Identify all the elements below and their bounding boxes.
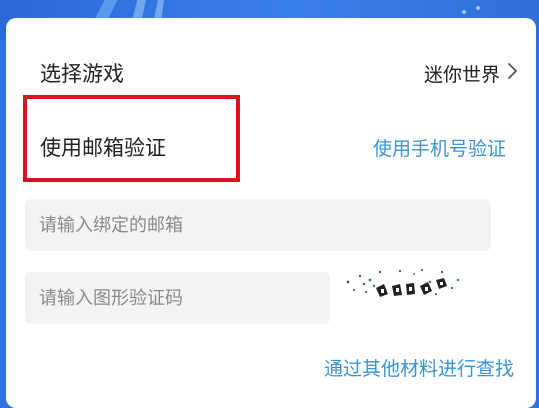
email-verify-label: 使用邮箱验证 <box>40 136 166 160</box>
other-materials-link[interactable]: 通过其他材料进行查找 <box>324 354 514 381</box>
banner-dot <box>476 6 480 10</box>
chevron-right-icon[interactable] <box>502 61 522 81</box>
captcha-input[interactable] <box>25 272 330 324</box>
selected-game-value[interactable]: 迷你世界 <box>424 60 500 87</box>
verify-card: 选择游戏 迷你世界 使用邮箱验证 使用手机号验证 请输入绑定的邮箱 请输入图形验… <box>6 18 536 408</box>
captcha-image[interactable] <box>340 262 470 302</box>
banner-dot <box>462 10 466 14</box>
phone-verify-link[interactable]: 使用手机号验证 <box>373 134 506 161</box>
select-game-label: 选择游戏 <box>40 62 124 86</box>
email-input[interactable] <box>25 199 491 251</box>
